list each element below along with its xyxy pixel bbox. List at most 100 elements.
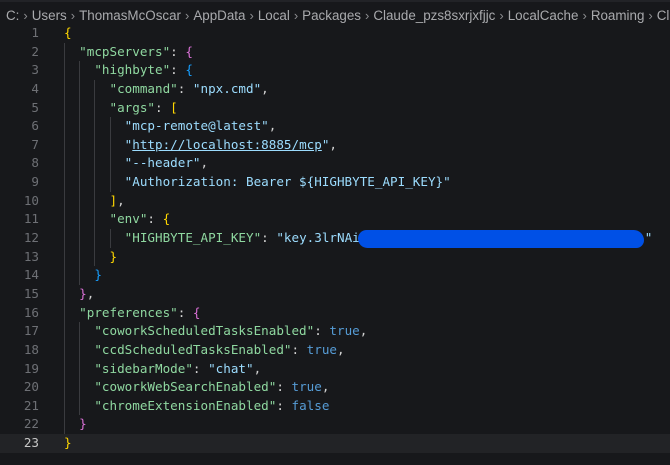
punctuation [64, 267, 94, 282]
code-text: } [64, 266, 102, 285]
line-number: 23 [0, 434, 39, 453]
json-boolean: true [292, 379, 322, 394]
line-number: 2 [0, 43, 39, 62]
json-string: "chat" [208, 361, 254, 376]
punctuation: : [178, 81, 193, 96]
code-text: "--header", [64, 154, 208, 173]
code-line[interactable]: 18 "ccdScheduledTasksEnabled": true, [0, 341, 670, 360]
breadcrumb-item[interactable]: AppData [193, 8, 245, 23]
json-string: "Authorization: Bearer ${HIGHBYTE_API_KE… [125, 174, 451, 189]
code-line[interactable]: 15 }, [0, 285, 670, 304]
punctuation: : [170, 44, 185, 59]
punctuation [64, 137, 125, 152]
breadcrumb-item[interactable]: Packages [302, 8, 361, 23]
punctuation [64, 118, 125, 133]
code-text: "mcp-remote@latest", [64, 117, 276, 136]
line-number: 17 [0, 322, 39, 341]
chevron-right-icon: › [249, 8, 253, 23]
code-editor[interactable]: 1{2 "mcpServers": {3 "highbyte": {4 "com… [0, 24, 670, 453]
punctuation: : [170, 62, 185, 77]
line-number: 15 [0, 285, 39, 304]
code-line[interactable]: 14 } [0, 266, 670, 285]
code-line[interactable]: 2 "mcpServers": { [0, 43, 670, 62]
punctuation: : [314, 323, 329, 338]
breadcrumb-item[interactable]: Local [258, 8, 290, 23]
code-line[interactable]: 17 "coworkScheduledTasksEnabled": true, [0, 322, 670, 341]
code-line[interactable]: 9 "Authorization: Bearer ${HIGHBYTE_API_… [0, 173, 670, 192]
code-line[interactable]: 1{ [0, 24, 670, 43]
chevron-right-icon: › [23, 8, 27, 23]
json-key: "highbyte" [94, 62, 170, 77]
bracket: { [64, 25, 72, 40]
code-line[interactable]: 20 "coworkWebSearchEnabled": true, [0, 378, 670, 397]
bracket: } [64, 435, 72, 450]
chevron-right-icon: › [648, 8, 652, 23]
line-number: 13 [0, 248, 39, 267]
breadcrumb-item[interactable]: Claude [657, 8, 670, 23]
punctuation [64, 81, 110, 96]
code-line[interactable]: 6 "mcp-remote@latest", [0, 117, 670, 136]
code-text: "http://localhost:8885/mcp", [64, 136, 337, 155]
bracket: { [193, 305, 201, 320]
breadcrumb-item[interactable]: LocalCache [508, 8, 579, 23]
punctuation [64, 249, 110, 264]
line-number: 11 [0, 210, 39, 229]
line-number: 10 [0, 192, 39, 211]
breadcrumb-item[interactable]: Claude_pzs8sxrjxfjjc [373, 8, 495, 23]
code-line[interactable]: 10 ], [0, 192, 670, 211]
punctuation [64, 398, 94, 413]
json-string: "npx.cmd" [193, 81, 261, 96]
code-line[interactable]: 12 "HIGHBYTE_API_KEY": "key.3lrNAi" [0, 229, 670, 248]
code-line[interactable]: 21 "chromeExtensionEnabled": false [0, 397, 670, 416]
code-text: "sidebarMode": "chat", [64, 360, 261, 379]
punctuation [64, 211, 110, 226]
punctuation: : [291, 342, 306, 357]
json-url-link[interactable]: http://localhost:8885/mcp [132, 137, 322, 152]
punctuation: , [269, 118, 277, 133]
code-line[interactable]: 3 "highbyte": { [0, 61, 670, 80]
punctuation [64, 155, 125, 170]
line-number: 21 [0, 397, 39, 416]
code-text: ], [64, 192, 125, 211]
code-text: "coworkWebSearchEnabled": true, [64, 378, 329, 397]
code-line[interactable]: 13 } [0, 248, 670, 267]
code-line[interactable]: 5 "args": [ [0, 99, 670, 118]
punctuation [64, 286, 79, 301]
chevron-right-icon: › [294, 8, 298, 23]
line-number: 18 [0, 341, 39, 360]
punctuation: , [87, 286, 95, 301]
json-boolean: true [329, 323, 359, 338]
bracket: } [110, 249, 118, 264]
punctuation [64, 342, 94, 357]
punctuation [64, 323, 94, 338]
punctuation: , [337, 342, 345, 357]
bracket: { [185, 62, 193, 77]
breadcrumb-item[interactable]: ThomasMcOscar [79, 8, 181, 23]
code-line[interactable]: 23} [0, 434, 670, 453]
breadcrumb: C: › Users › ThomasMcOscar › AppData › Local › Pac… [6, 6, 670, 24]
json-key: "mcpServers" [79, 44, 170, 59]
code-text: "HIGHBYTE_API_KEY": "key.3lrNAi" [64, 229, 652, 248]
line-number: 9 [0, 173, 39, 192]
breadcrumb-item[interactable]: Users [32, 8, 67, 23]
code-line[interactable]: 4 "command": "npx.cmd", [0, 80, 670, 99]
bracket: } [94, 267, 102, 282]
code-line[interactable]: 19 "sidebarMode": "chat", [0, 360, 670, 379]
json-string: "mcp-remote@latest" [125, 118, 269, 133]
code-line[interactable]: 16 "preferences": { [0, 304, 670, 323]
line-number: 22 [0, 415, 39, 434]
code-line[interactable]: 11 "env": { [0, 210, 670, 229]
line-number: 5 [0, 99, 39, 118]
code-line[interactable]: 7 "http://localhost:8885/mcp", [0, 136, 670, 155]
chevron-right-icon: › [71, 8, 75, 23]
breadcrumb-item[interactable]: C: [6, 8, 19, 23]
code-line[interactable]: 22 } [0, 415, 670, 434]
punctuation: , [322, 379, 330, 394]
line-number: 6 [0, 117, 39, 136]
breadcrumb-item[interactable]: Roaming [591, 8, 645, 23]
punctuation: : [261, 230, 276, 245]
punctuation [64, 230, 125, 245]
json-key: "env" [110, 211, 148, 226]
code-line[interactable]: 8 "--header", [0, 154, 670, 173]
code-text: { [64, 24, 72, 43]
